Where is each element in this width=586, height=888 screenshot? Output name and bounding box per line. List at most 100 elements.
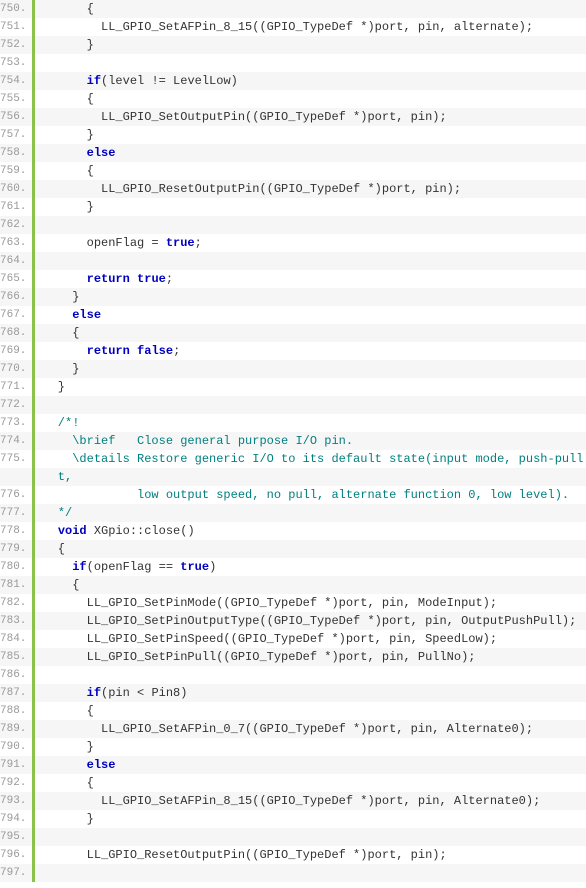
line-number: 788. bbox=[0, 702, 34, 720]
line-number: 796. bbox=[0, 846, 34, 864]
code-line: 779. { bbox=[0, 540, 586, 558]
code-content: else bbox=[34, 144, 586, 162]
token-ident: LL_GPIO_SetPinOutputType((GPIO_TypeDef *… bbox=[43, 614, 576, 628]
code-line: 767. else bbox=[0, 306, 586, 324]
line-number: 753. bbox=[0, 54, 34, 72]
token-punc bbox=[43, 758, 86, 772]
code-content: LL_GPIO_SetAFPin_8_15((GPIO_TypeDef *)po… bbox=[34, 18, 586, 36]
code-content: { bbox=[34, 702, 586, 720]
token-punc: { bbox=[43, 776, 93, 790]
code-content bbox=[34, 666, 586, 684]
token-punc: { bbox=[43, 542, 65, 556]
token-punc: { bbox=[43, 326, 79, 340]
token-punc: } bbox=[43, 200, 93, 214]
token-ident: openFlag = bbox=[43, 236, 165, 250]
code-content bbox=[34, 864, 586, 882]
token-cmt: /*! bbox=[43, 416, 79, 430]
token-kw: else bbox=[72, 308, 101, 322]
code-line: 787. if(pin < Pin8) bbox=[0, 684, 586, 702]
code-content: LL_GPIO_SetPinOutputType((GPIO_TypeDef *… bbox=[34, 612, 586, 630]
token-ident: LL_GPIO_SetPinSpeed((GPIO_TypeDef *)port… bbox=[43, 632, 497, 646]
token-punc: } bbox=[43, 380, 65, 394]
code-content: { bbox=[34, 324, 586, 342]
code-line: 789. LL_GPIO_SetAFPin_0_7((GPIO_TypeDef … bbox=[0, 720, 586, 738]
token-kw: return bbox=[87, 272, 130, 286]
token-punc: } bbox=[43, 362, 79, 376]
line-number: 794. bbox=[0, 810, 34, 828]
line-number: 790. bbox=[0, 738, 34, 756]
token-punc: ; bbox=[166, 272, 173, 286]
code-line: 775. \details Restore generic I/O to its… bbox=[0, 450, 586, 468]
code-content: */ bbox=[34, 504, 586, 522]
token-ident: LL_GPIO_SetOutputPin((GPIO_TypeDef *)por… bbox=[43, 110, 446, 124]
token-punc: } bbox=[43, 128, 93, 142]
code-line: 759. { bbox=[0, 162, 586, 180]
code-line: 785. LL_GPIO_SetPinPull((GPIO_TypeDef *)… bbox=[0, 648, 586, 666]
code-content bbox=[34, 54, 586, 72]
token-punc bbox=[43, 560, 72, 574]
code-content: low output speed, no pull, alternate fun… bbox=[34, 486, 586, 504]
token-punc: { bbox=[43, 704, 93, 718]
code-line: 796. LL_GPIO_ResetOutputPin((GPIO_TypeDe… bbox=[0, 846, 586, 864]
line-number: 783. bbox=[0, 612, 34, 630]
code-line: 754. if(level != LevelLow) bbox=[0, 72, 586, 90]
code-line: 782. LL_GPIO_SetPinMode((GPIO_TypeDef *)… bbox=[0, 594, 586, 612]
line-number bbox=[0, 468, 34, 486]
token-type: void bbox=[58, 524, 87, 538]
token-kw: return bbox=[87, 344, 130, 358]
code-content: } bbox=[34, 198, 586, 216]
code-line: 770. } bbox=[0, 360, 586, 378]
code-line: 790. } bbox=[0, 738, 586, 756]
code-content: LL_GPIO_SetPinSpeed((GPIO_TypeDef *)port… bbox=[34, 630, 586, 648]
line-number: 782. bbox=[0, 594, 34, 612]
code-content: return false; bbox=[34, 342, 586, 360]
code-content bbox=[34, 828, 586, 846]
token-kw: if bbox=[87, 74, 101, 88]
code-content: { bbox=[34, 774, 586, 792]
line-number: 784. bbox=[0, 630, 34, 648]
code-line: 792. { bbox=[0, 774, 586, 792]
token-punc: { bbox=[43, 92, 93, 106]
line-number: 756. bbox=[0, 108, 34, 126]
line-number: 787. bbox=[0, 684, 34, 702]
code-content: LL_GPIO_SetAFPin_8_15((GPIO_TypeDef *)po… bbox=[34, 792, 586, 810]
line-number: 780. bbox=[0, 558, 34, 576]
code-content: t, bbox=[34, 468, 586, 486]
code-line: 788. { bbox=[0, 702, 586, 720]
code-content: } bbox=[34, 126, 586, 144]
token-punc bbox=[43, 686, 86, 700]
code-content: /*! bbox=[34, 414, 586, 432]
code-line: 755. { bbox=[0, 90, 586, 108]
code-content: else bbox=[34, 306, 586, 324]
line-number: 797. bbox=[0, 864, 34, 882]
line-number: 775. bbox=[0, 450, 34, 468]
token-kw: else bbox=[87, 146, 116, 160]
token-punc bbox=[43, 272, 86, 286]
line-number: 776. bbox=[0, 486, 34, 504]
code-line: 769. return false; bbox=[0, 342, 586, 360]
code-content: if(pin < Pin8) bbox=[34, 684, 586, 702]
token-punc: } bbox=[43, 740, 93, 754]
code-content: } bbox=[34, 810, 586, 828]
line-number: 767. bbox=[0, 306, 34, 324]
token-punc: } bbox=[43, 38, 93, 52]
code-content bbox=[34, 396, 586, 414]
code-line: 756. LL_GPIO_SetOutputPin((GPIO_TypeDef … bbox=[0, 108, 586, 126]
token-punc: ) bbox=[209, 560, 216, 574]
code-line: 766. } bbox=[0, 288, 586, 306]
code-content: void XGpio::close() bbox=[34, 522, 586, 540]
code-line: 762. bbox=[0, 216, 586, 234]
code-line: 761. } bbox=[0, 198, 586, 216]
code-content: } bbox=[34, 738, 586, 756]
line-number: 789. bbox=[0, 720, 34, 738]
line-number: 779. bbox=[0, 540, 34, 558]
code-content: { bbox=[34, 90, 586, 108]
code-line: 758. else bbox=[0, 144, 586, 162]
token-ident: LL_GPIO_SetAFPin_0_7((GPIO_TypeDef *)por… bbox=[43, 722, 533, 736]
line-number: 758. bbox=[0, 144, 34, 162]
token-cmt: */ bbox=[43, 506, 72, 520]
line-number: 750. bbox=[0, 0, 34, 18]
line-number: 762. bbox=[0, 216, 34, 234]
line-number: 766. bbox=[0, 288, 34, 306]
line-number: 764. bbox=[0, 252, 34, 270]
